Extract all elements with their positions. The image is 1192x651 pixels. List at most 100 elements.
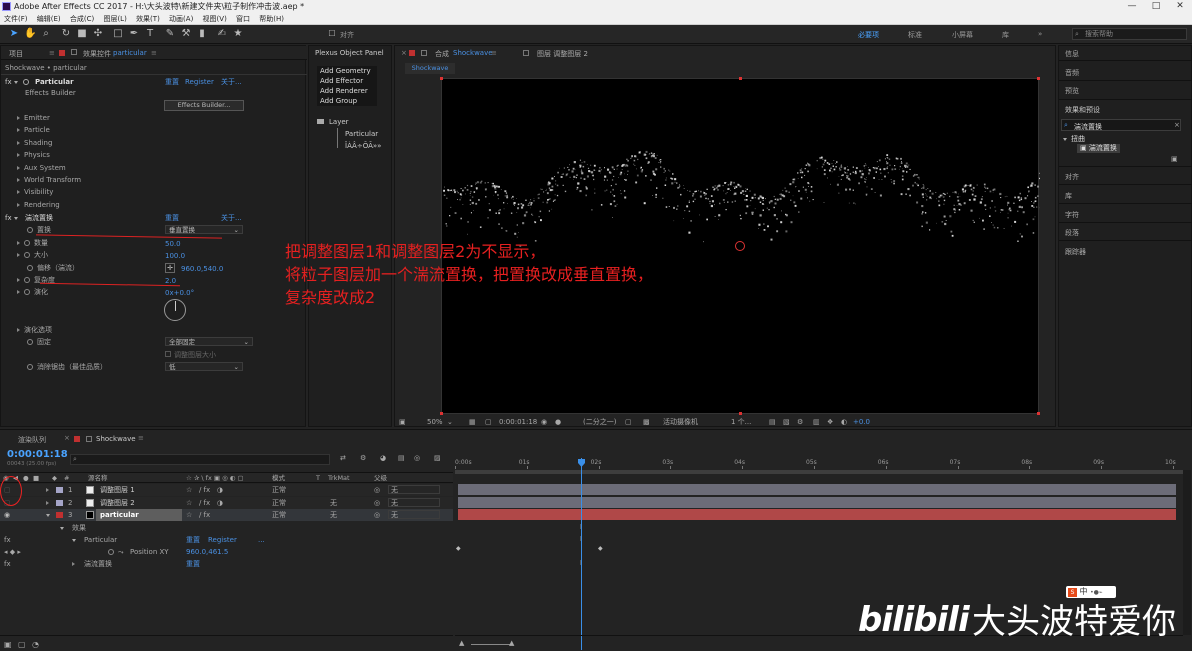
- antialias-dropdown[interactable]: 低 ⌄: [165, 362, 243, 371]
- evolution-options-group[interactable]: 演化选项: [17, 324, 52, 336]
- workspace-essentials[interactable]: 必要项: [858, 30, 879, 40]
- layer-name[interactable]: 调整图层 2: [100, 497, 135, 509]
- exposure-value[interactable]: +0.0: [853, 416, 870, 428]
- group-visibility[interactable]: Visibility: [17, 186, 53, 198]
- fx-icon[interactable]: fx: [4, 558, 11, 570]
- particular-effect-row[interactable]: fx Particular 重置 Register ...: [0, 534, 453, 546]
- size-value[interactable]: 100.0: [165, 252, 185, 260]
- offset-value[interactable]: 960.0,540.0: [181, 265, 223, 273]
- category-distort[interactable]: 扭曲: [1063, 134, 1085, 144]
- tracker-panel-tab[interactable]: 跟踪器: [1065, 247, 1086, 257]
- eye-icon[interactable]: ◉: [4, 509, 10, 521]
- resize-layer-checkbox[interactable]: [165, 351, 171, 357]
- complexity-value[interactable]: 2.0: [165, 277, 176, 285]
- evolution-dial[interactable]: [164, 299, 186, 321]
- rotate-tool-icon[interactable]: ↻: [60, 28, 72, 40]
- menu-help[interactable]: 帮助(H): [259, 15, 284, 23]
- turbulent-reset-link[interactable]: 重置: [186, 558, 200, 570]
- align-panel-tab[interactable]: 对齐: [1065, 172, 1079, 182]
- tree-layer-node[interactable]: Layer: [329, 118, 349, 126]
- comp-mini-icon[interactable]: ▣: [4, 636, 12, 651]
- pen-tool-icon[interactable]: ✒: [128, 28, 140, 40]
- shy-icon[interactable]: ◕: [380, 454, 386, 462]
- menu-window[interactable]: 窗口: [236, 15, 250, 23]
- keyframe-icon[interactable]: ◆: [598, 545, 603, 552]
- amount-value[interactable]: 50.0: [165, 240, 181, 248]
- group-emitter[interactable]: Emitter: [17, 112, 50, 124]
- parent-pick-icon[interactable]: ◎: [374, 497, 380, 509]
- position-xy-value[interactable]: 960.0,461.5: [186, 546, 228, 558]
- close-icon[interactable]: ✕: [1168, 0, 1192, 13]
- group-world-transform[interactable]: World Transform: [17, 174, 81, 186]
- stopwatch-icon[interactable]: [24, 289, 30, 295]
- playhead[interactable]: [581, 458, 582, 650]
- expand-icon[interactable]: [46, 484, 53, 496]
- audio-panel-tab[interactable]: 音频: [1065, 68, 1079, 78]
- tab-project[interactable]: 项目: [9, 49, 23, 59]
- frame-blend-icon[interactable]: ▤: [398, 454, 405, 462]
- layer-bar-2[interactable]: [458, 497, 1176, 508]
- tree-collapse-icon[interactable]: [317, 119, 324, 124]
- comp-flowchart-tab[interactable]: Shockwave: [405, 63, 455, 74]
- label-color[interactable]: [56, 487, 63, 493]
- motion-blur-icon[interactable]: ◎: [414, 454, 420, 462]
- comp-flow-icon[interactable]: ⇄: [340, 454, 346, 462]
- work-area-bar[interactable]: [455, 470, 1183, 474]
- draft3d-icon[interactable]: ⚙: [360, 454, 366, 462]
- menu-view[interactable]: 视图(V): [203, 15, 227, 23]
- group-particle[interactable]: Particle: [17, 124, 50, 136]
- group-aux-system[interactable]: Aux System: [17, 162, 66, 174]
- libraries-panel-tab[interactable]: 库: [1065, 191, 1072, 201]
- camera-dropdown[interactable]: 活动摄像机: [663, 416, 698, 428]
- zoom-dropdown[interactable]: 50%: [427, 416, 443, 428]
- workspace-standard[interactable]: 标准: [908, 30, 922, 40]
- layer-mode[interactable]: 正常: [272, 509, 286, 521]
- group-physics[interactable]: Physics: [17, 149, 50, 161]
- zoom-slider[interactable]: [471, 644, 511, 645]
- fast-preview-icon[interactable]: ⚙: [797, 416, 803, 428]
- effects-group-row[interactable]: 效果: [0, 522, 453, 534]
- add-effector-button[interactable]: Add Effector: [317, 76, 377, 86]
- time-ruler[interactable]: 0:00s 01s 02s 03s 04s 05s 06s 07s 08s 09s 10s: [455, 457, 1183, 469]
- source-name-header[interactable]: 源名称: [88, 473, 108, 483]
- timeline-icon[interactable]: ▥: [813, 416, 820, 428]
- turbulent-effect-row[interactable]: fx 湍流置换 重置: [0, 558, 453, 570]
- workspace-library[interactable]: 库: [1002, 30, 1009, 40]
- info-panel-tab[interactable]: 信息: [1065, 49, 1079, 59]
- menu-composition[interactable]: 合成(C): [70, 15, 94, 23]
- layer-trkmat[interactable]: 无: [330, 509, 337, 521]
- expand-icon[interactable]: [46, 497, 53, 509]
- panel-menu-icon[interactable]: ≡: [138, 434, 144, 442]
- layer-trkmat[interactable]: 无: [330, 497, 337, 509]
- eraser-tool-icon[interactable]: ▮: [196, 28, 208, 40]
- layer-row-2[interactable]: ▢ 2 调整图层 2 ☆ / fx ◑ 正常 无 ◎ 无: [0, 497, 453, 509]
- layer-parent[interactable]: 无: [388, 510, 440, 519]
- timeline-comp-tab[interactable]: Shockwave: [96, 435, 136, 443]
- parent-pick-icon[interactable]: ◎: [374, 509, 380, 521]
- comp-tab-prefix[interactable]: 合成: [435, 49, 449, 59]
- label-color[interactable]: [56, 500, 63, 506]
- layer-bar-1[interactable]: [458, 484, 1176, 495]
- layer-switches[interactable]: ☆ / fx ◑: [186, 497, 223, 509]
- layer-name[interactable]: particular: [96, 509, 182, 521]
- add-renderer-button[interactable]: Add Renderer: [317, 86, 377, 96]
- panel-menu-icon[interactable]: ≡: [491, 49, 497, 57]
- comp-tab-shockwave[interactable]: Shockwave: [453, 49, 493, 57]
- safe-zones-icon[interactable]: ▦: [469, 416, 476, 428]
- zoom-in-icon[interactable]: ▲: [509, 639, 514, 647]
- stopwatch-icon[interactable]: [27, 339, 33, 345]
- parent-header[interactable]: 父级: [374, 473, 387, 483]
- effects-presets-tab[interactable]: 效果和预设: [1065, 105, 1100, 115]
- stopwatch-icon[interactable]: [27, 227, 33, 233]
- transparency-grid-icon[interactable]: ▩: [643, 416, 650, 428]
- stopwatch-icon[interactable]: [24, 240, 30, 246]
- layer-name[interactable]: 调整图层 1: [100, 484, 135, 496]
- pinning-dropdown[interactable]: 全部固定 ⌄: [165, 337, 253, 346]
- group-shading[interactable]: Shading: [17, 137, 52, 149]
- particular-reset-link[interactable]: 重置: [165, 76, 179, 88]
- panel-menu-icon[interactable]: ≡: [151, 49, 157, 57]
- position-xy-row[interactable]: ◂ ◆ ▸ ⤳ Position XY 960.0,461.5: [0, 546, 453, 558]
- menu-file[interactable]: 文件(F): [4, 15, 28, 23]
- trkmat-header[interactable]: TrkMat: [328, 473, 350, 483]
- roto-brush-tool-icon[interactable]: ✍: [216, 28, 228, 40]
